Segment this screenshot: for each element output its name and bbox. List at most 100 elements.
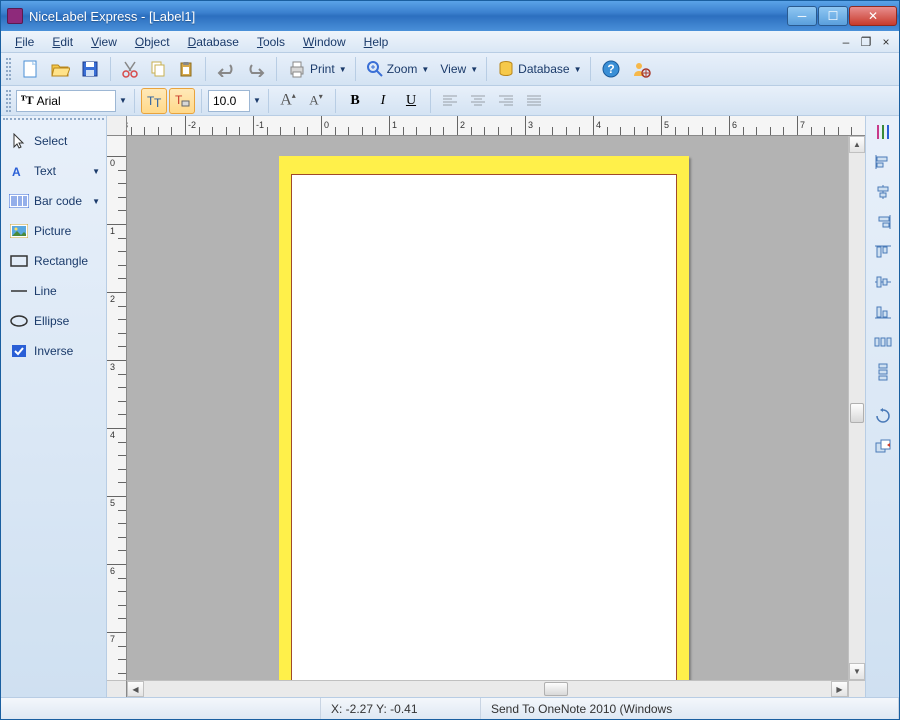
- label-page[interactable]: [279, 156, 689, 680]
- toolbox-grip[interactable]: [3, 118, 104, 123]
- scroll-left-button[interactable]: ◀: [127, 681, 144, 697]
- align-middle-v-button[interactable]: [871, 270, 895, 294]
- mdi-restore-button[interactable]: ❐: [859, 35, 873, 49]
- app-icon: [7, 8, 23, 24]
- printer-font-button[interactable]: T: [169, 88, 195, 114]
- horizontal-ruler[interactable]: [127, 116, 865, 136]
- view-button[interactable]: View▼: [433, 56, 480, 82]
- zoom-button[interactable]: Zoom▼: [362, 56, 432, 82]
- font-selector[interactable]: ᵀTArial: [16, 90, 116, 112]
- grow-font-button[interactable]: A▴: [275, 88, 301, 114]
- italic-button[interactable]: I: [370, 88, 396, 114]
- variables-icon[interactable]: [871, 120, 895, 144]
- cut-button[interactable]: [117, 56, 143, 82]
- tool-line-label: Line: [34, 284, 57, 298]
- bold-button[interactable]: B: [342, 88, 368, 114]
- align-left-button[interactable]: [437, 88, 463, 114]
- database-dropdown[interactable]: ▼: [573, 56, 583, 82]
- vscroll-thumb[interactable]: [850, 403, 864, 423]
- tool-text-label: Text: [34, 164, 56, 178]
- screen-font-button[interactable]: TT: [141, 88, 167, 114]
- font-size-dropdown[interactable]: ▼: [252, 88, 262, 114]
- align-right-obj-button[interactable]: [871, 210, 895, 234]
- distribute-h-button[interactable]: [871, 330, 895, 354]
- menu-help[interactable]: Help: [356, 33, 397, 51]
- cursor-icon: [9, 133, 29, 149]
- print-label: Print: [310, 62, 335, 76]
- toolbar-grip[interactable]: [6, 90, 11, 112]
- scroll-right-button[interactable]: ▶: [831, 681, 848, 697]
- shrink-font-button[interactable]: A▾: [303, 88, 329, 114]
- vertical-scrollbar[interactable]: ▲ ▼: [848, 136, 865, 680]
- help-button[interactable]: ?: [597, 56, 625, 82]
- distribute-v-button[interactable]: [871, 360, 895, 384]
- menu-window[interactable]: Window: [295, 33, 354, 51]
- editor-area: ▲ ▼ ◀ ▶: [107, 116, 865, 697]
- open-button[interactable]: [46, 56, 74, 82]
- align-left-obj-button[interactable]: [871, 150, 895, 174]
- underline-button[interactable]: U: [398, 88, 424, 114]
- undo-button[interactable]: [212, 56, 240, 82]
- barcode-icon: [9, 193, 29, 209]
- font-size-selector[interactable]: 10.0: [208, 90, 250, 112]
- align-top-button[interactable]: [871, 240, 895, 264]
- tool-rectangle[interactable]: Rectangle: [3, 247, 104, 275]
- menu-edit[interactable]: Edit: [44, 33, 81, 51]
- canvas[interactable]: [127, 136, 848, 680]
- tool-text[interactable]: A Text ▼: [3, 157, 104, 185]
- font-name: Arial: [37, 94, 61, 108]
- format-toolbar: ᵀTArial ▼ TT T 10.0 ▼ A▴ A▾ B I U: [1, 86, 899, 116]
- tool-ellipse-label: Ellipse: [34, 314, 69, 328]
- mdi-minimize-button[interactable]: –: [839, 35, 853, 49]
- tool-barcode-dropdown[interactable]: ▼: [92, 197, 100, 206]
- align-center-h-button[interactable]: [871, 180, 895, 204]
- tool-line[interactable]: Line: [3, 277, 104, 305]
- zoom-dropdown[interactable]: ▼: [420, 56, 430, 82]
- vertical-ruler[interactable]: [107, 136, 127, 680]
- align-toolbar: [865, 116, 899, 697]
- tool-barcode[interactable]: Bar code▼: [3, 187, 104, 215]
- menu-object[interactable]: Object: [127, 33, 178, 51]
- text-icon: A: [9, 163, 29, 179]
- manage-button[interactable]: [627, 56, 655, 82]
- tool-picture[interactable]: Picture: [3, 217, 104, 245]
- scroll-up-button[interactable]: ▲: [849, 136, 865, 153]
- view-dropdown[interactable]: ▼: [469, 56, 479, 82]
- tool-ellipse[interactable]: Ellipse: [3, 307, 104, 335]
- rotate-button[interactable]: [871, 404, 895, 428]
- align-justify-button[interactable]: [521, 88, 547, 114]
- align-bottom-button[interactable]: [871, 300, 895, 324]
- align-center-button[interactable]: [465, 88, 491, 114]
- horizontal-scrollbar[interactable]: ◀ ▶: [127, 680, 865, 697]
- menu-tools[interactable]: Tools: [249, 33, 293, 51]
- tool-text-dropdown[interactable]: ▼: [92, 167, 100, 176]
- tool-inverse[interactable]: Inverse: [3, 337, 104, 365]
- hscroll-thumb[interactable]: [544, 682, 568, 696]
- align-right-button[interactable]: [493, 88, 519, 114]
- paste-button[interactable]: [173, 56, 199, 82]
- print-dropdown[interactable]: ▼: [338, 56, 348, 82]
- inverse-icon: [9, 343, 29, 359]
- print-button[interactable]: Print▼: [283, 56, 349, 82]
- svg-text:T: T: [154, 96, 162, 110]
- menu-file[interactable]: File: [7, 33, 42, 51]
- new-button[interactable]: [16, 56, 44, 82]
- maximize-button[interactable]: ☐: [818, 6, 848, 26]
- copy-button[interactable]: [145, 56, 171, 82]
- menu-view[interactable]: View: [83, 33, 125, 51]
- mdi-close-button[interactable]: ×: [879, 35, 893, 49]
- font-dropdown[interactable]: ▼: [118, 88, 128, 114]
- arrange-button[interactable]: [871, 434, 895, 458]
- label-printable-area: [291, 174, 677, 680]
- menu-file-label: ile: [22, 35, 34, 49]
- toolbar-grip[interactable]: [6, 58, 11, 80]
- redo-button[interactable]: [242, 56, 270, 82]
- ruler-corner[interactable]: [107, 116, 127, 136]
- minimize-button[interactable]: ─: [787, 6, 817, 26]
- database-button[interactable]: Database▼: [493, 56, 583, 82]
- close-button[interactable]: ✕: [849, 6, 897, 26]
- menu-database[interactable]: Database: [180, 33, 247, 51]
- scroll-down-button[interactable]: ▼: [849, 663, 865, 680]
- tool-select[interactable]: Select: [3, 127, 104, 155]
- save-button[interactable]: [76, 56, 104, 82]
